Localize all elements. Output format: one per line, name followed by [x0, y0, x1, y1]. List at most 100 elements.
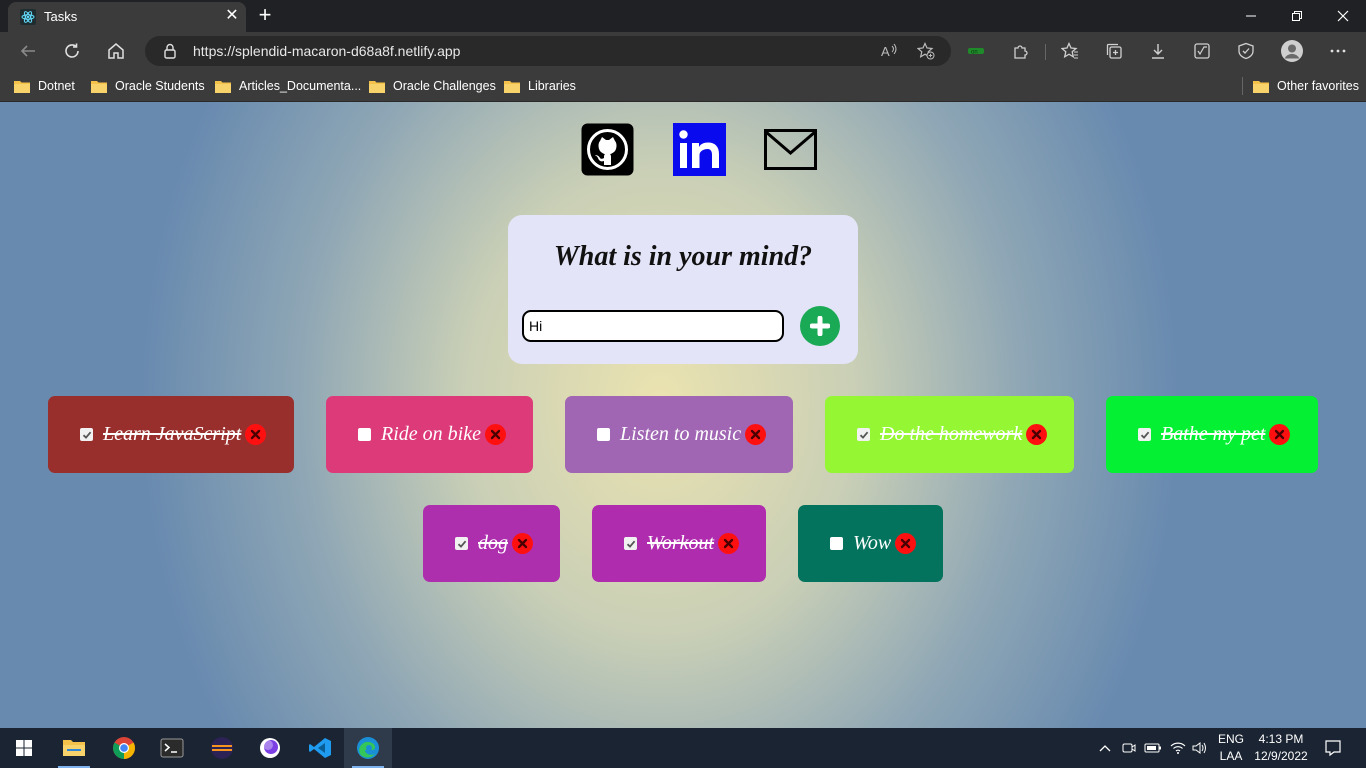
camera-icon[interactable] [1119, 728, 1139, 768]
delete-icon[interactable] [895, 533, 917, 554]
language-code: ENG [1217, 732, 1244, 746]
input-card: What is in your mind? [508, 215, 858, 364]
terminal-button[interactable] [148, 728, 196, 768]
url-text[interactable]: https://splendid-macaron-d68a8f.netlify.… [193, 43, 460, 59]
delete-icon[interactable] [484, 424, 506, 445]
add-task-button[interactable] [800, 306, 840, 346]
folder-icon [369, 80, 385, 93]
clock-time: 4:13 PM [1258, 732, 1304, 746]
back-icon[interactable] [14, 37, 42, 65]
todo-checkbox[interactable] [1138, 428, 1151, 441]
bookmark-oracle-students[interactable]: Oracle Students [91, 76, 205, 96]
eclipse-button[interactable] [198, 728, 246, 768]
bookmark-articles[interactable]: Articles_Documenta... [215, 76, 361, 96]
page-content: What is in your mind? Learn JavaScript R… [0, 102, 1366, 728]
close-window-button[interactable] [1320, 0, 1366, 32]
notifications-icon[interactable] [1320, 728, 1346, 768]
task-input[interactable] [522, 310, 784, 342]
bookmark-label: Oracle Challenges [393, 79, 496, 93]
volume-icon[interactable] [1189, 728, 1211, 768]
checkmark-icon [626, 540, 635, 548]
todo-checkbox[interactable] [624, 537, 637, 550]
mail-icon [764, 129, 817, 170]
todo-checkbox[interactable] [597, 428, 610, 441]
bookmark-label: Libraries [528, 79, 576, 93]
app-moon-button[interactable] [246, 728, 294, 768]
plus-icon [810, 316, 830, 336]
browser-essentials-icon[interactable] [1232, 37, 1260, 65]
add-favorite-icon[interactable] [916, 41, 936, 61]
card-title: What is in your mind? [553, 241, 813, 272]
collections-icon[interactable] [1100, 37, 1128, 65]
bookmark-oracle-challenges[interactable]: Oracle Challenges [369, 76, 496, 96]
extension-green-icon[interactable]: on [962, 37, 990, 65]
x-mark-icon [251, 429, 261, 440]
address-bar[interactable]: https://splendid-macaron-d68a8f.netlify.… [145, 36, 951, 66]
todo-item[interactable]: Workout [592, 505, 766, 582]
refresh-icon[interactable] [58, 37, 86, 65]
downloads-icon[interactable] [1144, 37, 1172, 65]
delete-icon[interactable] [745, 424, 767, 445]
delete-icon[interactable] [512, 533, 533, 554]
todo-text: Listen to music [620, 423, 742, 445]
favorites-icon[interactable] [1056, 37, 1084, 65]
mail-link[interactable] [764, 123, 817, 176]
math-solver-icon[interactable] [1188, 37, 1216, 65]
delete-icon[interactable] [718, 533, 740, 554]
read-aloud-icon[interactable]: A [880, 41, 900, 61]
profile-avatar-icon[interactable] [1278, 37, 1306, 65]
chrome-icon [113, 737, 135, 759]
browser-tab[interactable]: Tasks ✕ [8, 2, 246, 32]
tab-close-icon[interactable]: ✕ [222, 6, 242, 26]
folder-icon [504, 80, 520, 93]
edge-icon [357, 737, 379, 759]
todo-text: Learn JavaScript [103, 423, 242, 445]
delete-icon[interactable] [1026, 424, 1048, 445]
battery-icon[interactable] [1142, 728, 1164, 768]
delete-icon[interactable] [1269, 424, 1291, 445]
bookmark-dotnet[interactable]: Dotnet [14, 76, 75, 96]
edge-button[interactable] [344, 728, 392, 768]
wifi-icon[interactable] [1167, 728, 1189, 768]
todo-checkbox[interactable] [455, 537, 468, 550]
todo-item[interactable]: Listen to music [565, 396, 793, 473]
home-icon[interactable] [102, 37, 130, 65]
chrome-button[interactable] [100, 728, 148, 768]
todo-item[interactable]: Do the homework [825, 396, 1074, 473]
todo-item[interactable]: Ride on bike [326, 396, 533, 473]
linkedin-icon [673, 123, 726, 176]
linkedin-link[interactable] [673, 123, 726, 176]
vscode-button[interactable] [296, 728, 344, 768]
new-tab-button[interactable]: + [254, 4, 276, 26]
todo-item[interactable]: Wow [798, 505, 943, 582]
bookmark-other-favorites[interactable]: Other favorites [1253, 76, 1359, 96]
clock-date: 12/9/2022 [1254, 749, 1308, 763]
windows-icon [16, 740, 32, 756]
extensions-icon[interactable] [1007, 37, 1035, 65]
bookmarks-bar: Dotnet Oracle Students Articles_Document… [0, 70, 1366, 102]
file-explorer-button[interactable] [50, 728, 98, 768]
github-link[interactable] [581, 123, 634, 176]
lock-icon[interactable] [163, 43, 177, 59]
todo-item[interactable]: dog [423, 505, 560, 582]
bookmark-libraries[interactable]: Libraries [504, 76, 576, 96]
todo-checkbox[interactable] [857, 428, 870, 441]
minimize-button[interactable] [1228, 0, 1274, 32]
language-indicator[interactable]: ENG LAA [1212, 728, 1250, 768]
todo-item[interactable]: Learn JavaScript [48, 396, 294, 473]
todo-checkbox[interactable] [80, 428, 93, 441]
todo-checkbox[interactable] [830, 537, 843, 550]
bookmark-label: Oracle Students [115, 79, 205, 93]
todo-text: Wow [853, 532, 892, 554]
clock[interactable]: 4:13 PM 12/9/2022 [1252, 728, 1310, 768]
todo-checkbox[interactable] [358, 428, 371, 441]
delete-icon[interactable] [245, 424, 267, 445]
more-menu-icon[interactable] [1324, 37, 1352, 65]
restore-button[interactable] [1274, 0, 1320, 32]
checkmark-icon [1140, 431, 1149, 439]
todo-text: Ride on bike [381, 423, 481, 445]
todo-item[interactable]: Bathe my pet [1106, 396, 1318, 473]
show-hidden-icons-icon[interactable] [1094, 728, 1116, 768]
folder-icon [1253, 80, 1269, 93]
start-button[interactable] [0, 728, 48, 768]
